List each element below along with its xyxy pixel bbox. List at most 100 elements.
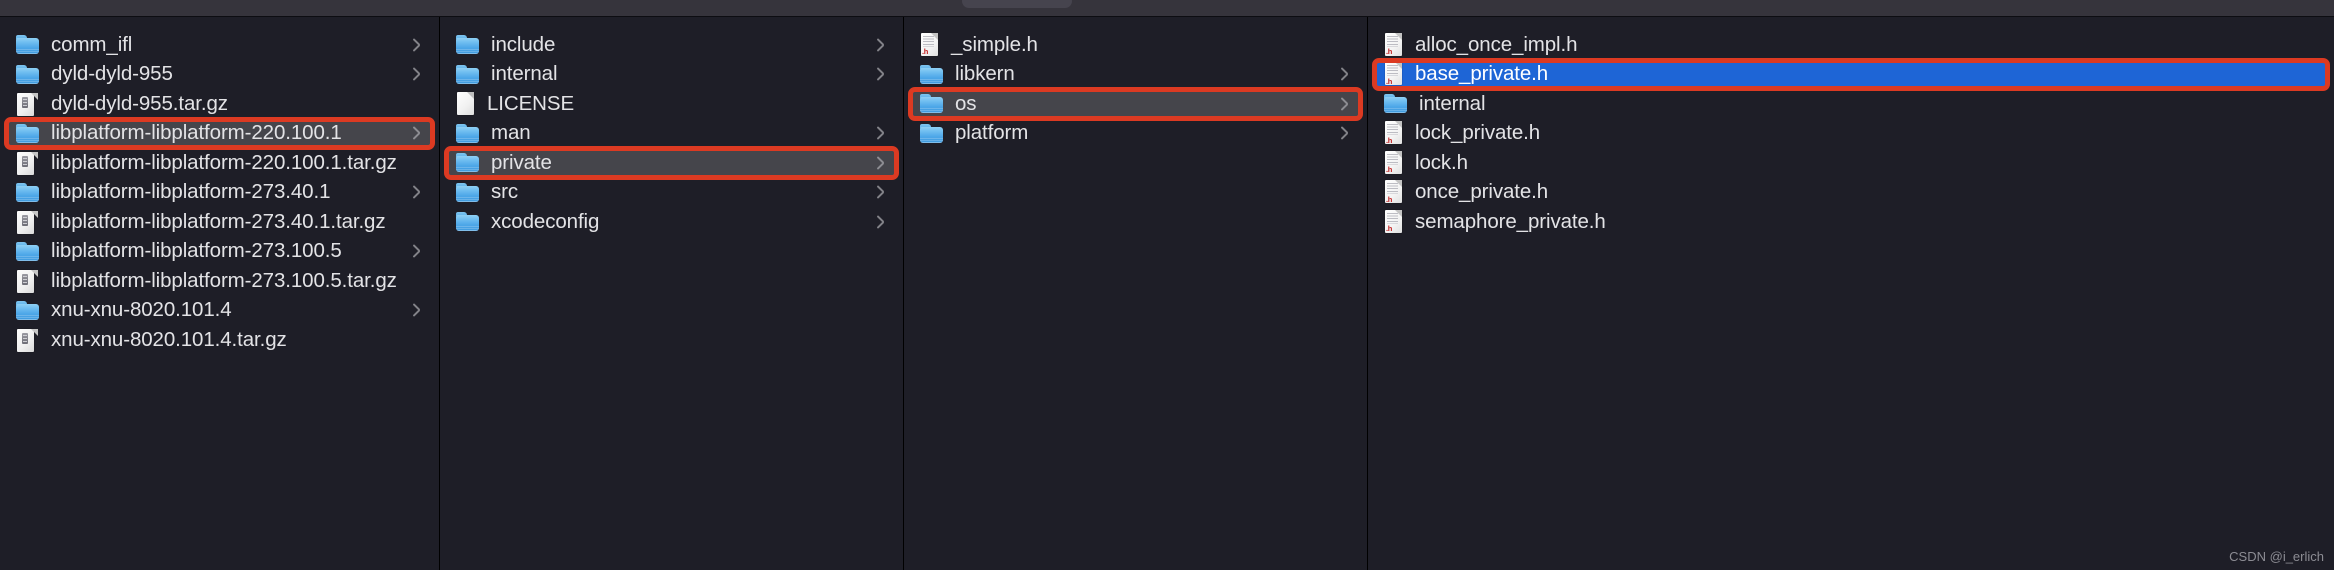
header-file-icon: .h	[1383, 32, 1405, 57]
chevron-right-icon	[411, 184, 421, 200]
folder-icon	[455, 64, 481, 85]
file-row-label: libplatform-libplatform-273.100.5	[51, 239, 342, 262]
file-row[interactable]: src	[446, 178, 897, 208]
file-row[interactable]: .h base_private.h	[1374, 59, 2328, 89]
file-row[interactable]: platform	[910, 119, 1361, 149]
file-row-label: platform	[955, 121, 1029, 144]
folder-icon	[15, 241, 41, 262]
file-row-label: libkern	[955, 62, 1015, 85]
header-file-icon: .h	[1383, 150, 1405, 175]
file-row[interactable]: .h once_private.h	[1374, 178, 2328, 208]
chevron-right-icon	[1339, 96, 1349, 112]
folder-icon	[1383, 93, 1409, 114]
file-row[interactable]: .h _simple.h	[910, 30, 1361, 60]
file-row-label: include	[491, 32, 556, 56]
finder-column-2: include internal LICENSE man private src xcode…	[440, 17, 904, 570]
folder-icon	[15, 123, 41, 144]
chevron-right-icon	[411, 302, 421, 318]
folder-icon	[15, 300, 41, 321]
file-row-label: libplatform-libplatform-273.100.5.tar.gz	[51, 268, 397, 292]
file-row[interactable]: libplatform-libplatform-273.100.5.tar.gz	[6, 266, 433, 296]
file-row[interactable]: include	[446, 30, 897, 60]
folder-icon	[455, 211, 481, 232]
file-row[interactable]: dyld-dyld-955.tar.gz	[6, 89, 433, 119]
file-row-label: LICENSE	[487, 91, 575, 115]
file-row[interactable]: private	[446, 148, 897, 178]
header-file-icon: .h	[919, 32, 941, 57]
chevron-right-icon	[875, 214, 885, 230]
folder-icon	[919, 123, 945, 144]
file-row[interactable]: libplatform-libplatform-273.100.5	[6, 237, 433, 267]
file-row[interactable]: dyld-dyld-955	[6, 60, 433, 90]
file-row-label: internal	[491, 62, 558, 85]
file-row[interactable]: libkern	[910, 60, 1361, 90]
file-row-label: libplatform-libplatform-220.100.1.tar.gz	[51, 150, 397, 174]
finder-column-3: .h _simple.hlibkern os platform	[904, 17, 1368, 570]
watermark: CSDN @i_erlich	[2229, 549, 2324, 564]
file-row[interactable]: xcodeconfig	[446, 207, 897, 237]
window-toolbar	[0, 0, 2334, 17]
finder-column-1: comm_ifl dyld-dyld-955 dyld-dyld-955.tar.g…	[0, 17, 440, 570]
archive-icon	[15, 328, 41, 352]
folder-icon	[919, 93, 945, 114]
archive-icon	[15, 151, 41, 175]
archive-icon	[15, 269, 41, 293]
file-row[interactable]: .h alloc_once_impl.h	[1374, 30, 2328, 60]
file-row[interactable]: comm_ifl	[6, 30, 433, 60]
chevron-right-icon	[875, 125, 885, 141]
folder-icon	[15, 34, 41, 55]
file-row[interactable]: .h semaphore_private.h	[1374, 207, 2328, 237]
file-row-label: libplatform-libplatform-273.40.1.tar.gz	[51, 209, 386, 233]
file-row-label: _simple.h	[951, 32, 1038, 56]
folder-icon	[455, 34, 481, 55]
file-row[interactable]: .h lock_private.h	[1374, 119, 2328, 149]
chevron-right-icon	[411, 37, 421, 53]
chevron-right-icon	[875, 155, 885, 171]
file-row-label: xcodeconfig	[491, 209, 600, 233]
chevron-right-icon	[875, 184, 885, 200]
folder-icon	[15, 182, 41, 203]
chevron-right-icon	[411, 243, 421, 259]
file-row[interactable]: LICENSE	[446, 89, 897, 119]
folder-icon	[455, 123, 481, 144]
file-row-label: os	[955, 91, 977, 115]
header-file-icon: .h	[1383, 62, 1405, 86]
file-row[interactable]: os	[910, 89, 1361, 119]
folder-icon	[15, 64, 41, 85]
folder-icon	[455, 152, 481, 173]
header-file-icon: .h	[1383, 209, 1405, 234]
file-row-label: internal	[1419, 91, 1486, 115]
file-row[interactable]: internal	[446, 60, 897, 90]
chevron-right-icon	[875, 37, 885, 53]
file-row-label: libplatform-libplatform-273.40.1	[51, 180, 331, 203]
file-row-label: dyld-dyld-955.tar.gz	[51, 91, 228, 115]
file-row-label: comm_ifl	[51, 32, 133, 56]
file-row-label: libplatform-libplatform-220.100.1	[51, 121, 342, 144]
file-row[interactable]: libplatform-libplatform-220.100.1.tar.gz	[6, 148, 433, 178]
column-view-container: comm_ifl dyld-dyld-955 dyld-dyld-955.tar.g…	[0, 17, 2334, 570]
file-row-label: man	[491, 121, 531, 144]
file-row-label: dyld-dyld-955	[51, 62, 173, 85]
finder-column-4: .h alloc_once_impl.h .h base_private.h inter…	[1368, 17, 2334, 570]
file-row-label: src	[491, 180, 519, 203]
toolbar-pill[interactable]	[962, 0, 1072, 8]
finder-window: comm_ifl dyld-dyld-955 dyld-dyld-955.tar.g…	[0, 0, 2334, 570]
file-row[interactable]: libplatform-libplatform-273.40.1	[6, 178, 433, 208]
file-row[interactable]: man	[446, 119, 897, 149]
file-row-label: once_private.h	[1415, 180, 1549, 203]
document-icon	[455, 91, 477, 116]
chevron-right-icon	[411, 125, 421, 141]
file-row-label: lock_private.h	[1415, 121, 1541, 144]
file-row[interactable]: xnu-xnu-8020.101.4	[6, 296, 433, 326]
file-row[interactable]: internal	[1374, 89, 2328, 119]
file-row[interactable]: .h lock.h	[1374, 148, 2328, 178]
header-file-icon: .h	[1383, 121, 1405, 145]
file-row-label: alloc_once_impl.h	[1415, 32, 1578, 56]
file-row-label: xnu-xnu-8020.101.4.tar.gz	[51, 327, 287, 351]
file-row[interactable]: libplatform-libplatform-220.100.1	[6, 118, 433, 148]
archive-icon	[15, 210, 41, 234]
file-row-label: xnu-xnu-8020.101.4	[51, 298, 232, 321]
file-row[interactable]: libplatform-libplatform-273.40.1.tar.gz	[6, 207, 433, 237]
chevron-right-icon	[875, 66, 885, 82]
file-row[interactable]: xnu-xnu-8020.101.4.tar.gz	[6, 325, 433, 355]
